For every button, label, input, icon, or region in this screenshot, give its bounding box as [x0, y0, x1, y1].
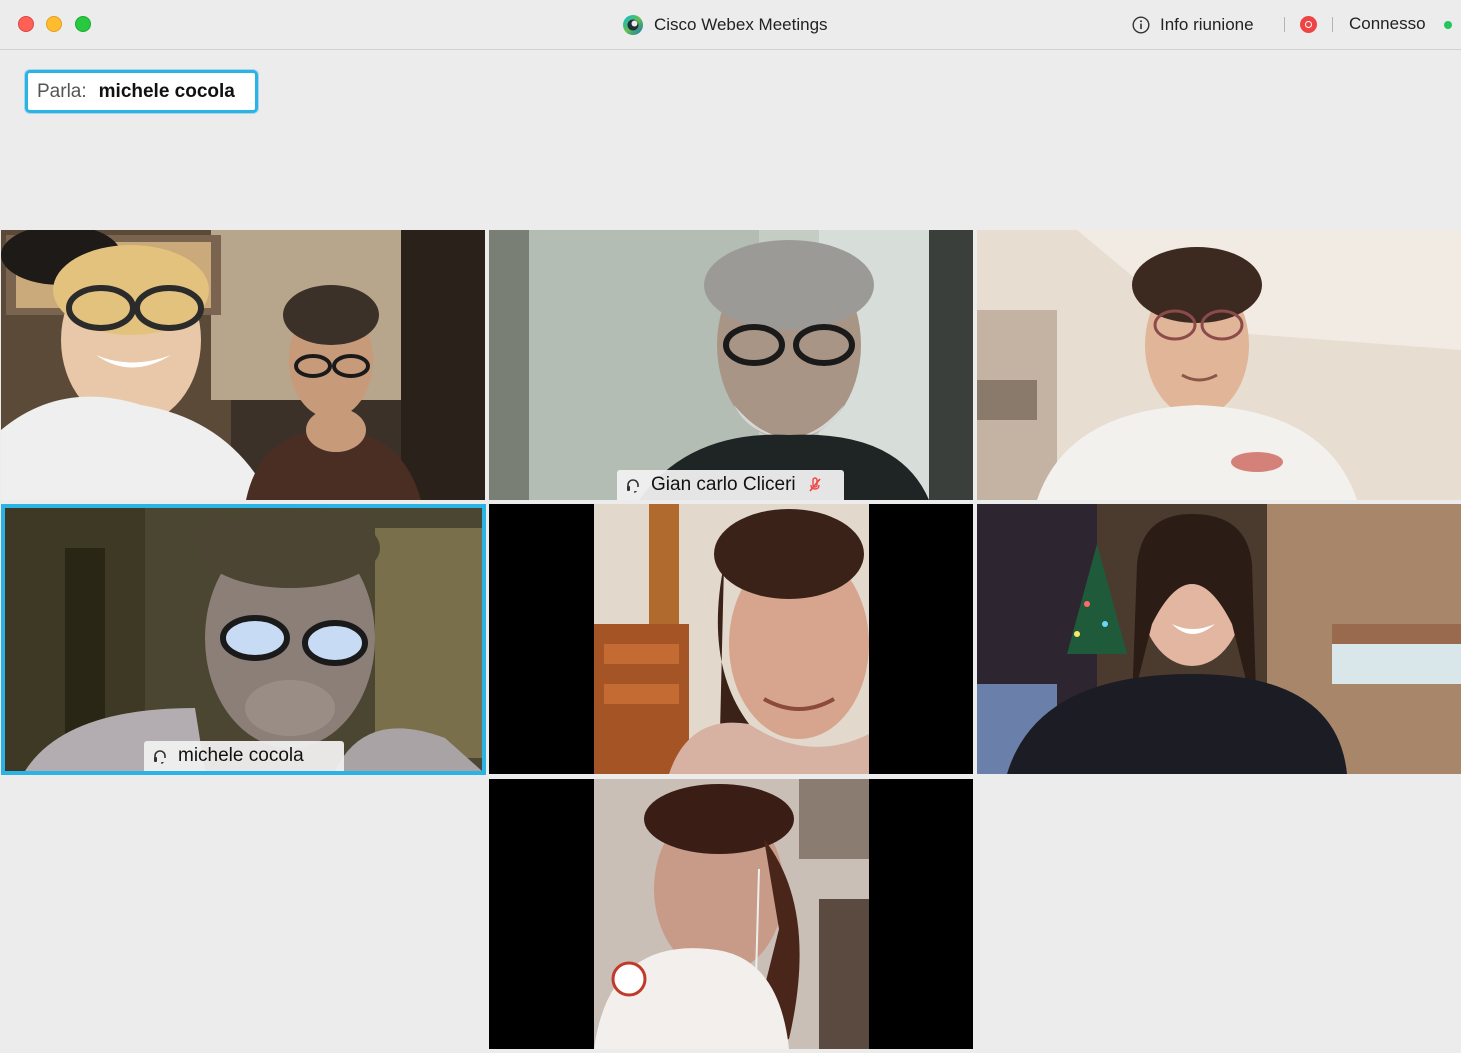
participant-name: Gian carlo Cliceri: [651, 474, 796, 495]
webex-logo-icon: [623, 15, 643, 35]
video-feed: [489, 504, 973, 774]
headset-icon: [154, 750, 166, 764]
window-minimize-button[interactable]: [46, 16, 62, 32]
video-feed: [977, 504, 1461, 774]
video-tile-p3[interactable]: [977, 230, 1461, 500]
video-tile-p6[interactable]: [977, 504, 1461, 774]
participant-name: michele cocola: [178, 745, 304, 766]
video-feed: [489, 779, 973, 1049]
video-tile-p1[interactable]: [1, 230, 485, 500]
toolbar-divider: [1284, 17, 1285, 32]
webex-meeting-window: Cisco Webex Meetings Info riunione Conne…: [0, 0, 1461, 1053]
mic-muted-icon: [809, 477, 821, 492]
participant-name-tag: michele cocola: [144, 741, 344, 771]
title-bar: Cisco Webex Meetings Info riunione Conne…: [0, 0, 1461, 50]
participant-name-tag: Gian carlo Cliceri: [617, 470, 844, 500]
headset-icon: [627, 479, 639, 493]
video-tile-p2[interactable]: Gian carlo Cliceri: [489, 230, 973, 500]
video-tile-p4[interactable]: michele cocola: [1, 504, 486, 775]
speaker-name: michele cocola: [98, 80, 235, 102]
video-tile-p7[interactable]: [489, 779, 973, 1049]
video-feed: [5, 508, 482, 771]
window-close-button[interactable]: [18, 16, 34, 32]
app-title-text: Cisco Webex Meetings: [654, 15, 828, 34]
active-speaker-indicator: Parla: michele cocola: [25, 70, 258, 113]
info-circle-icon: [1132, 16, 1150, 34]
connection-status-dot: [1444, 21, 1452, 29]
window-maximize-button[interactable]: [75, 16, 91, 32]
record-icon[interactable]: [1300, 16, 1317, 33]
video-feed: [977, 230, 1461, 500]
app-title: Cisco Webex Meetings: [622, 12, 828, 38]
meeting-info-button[interactable]: Info riunione: [1132, 12, 1254, 38]
video-feed: [1, 230, 485, 500]
toolbar-divider: [1332, 17, 1333, 32]
video-tile-p5[interactable]: [489, 504, 973, 774]
video-feed: [489, 230, 973, 500]
connection-status: Connesso: [1349, 14, 1426, 33]
speaker-label: Parla:: [37, 80, 87, 102]
meeting-info-label: Info riunione: [1160, 15, 1254, 34]
